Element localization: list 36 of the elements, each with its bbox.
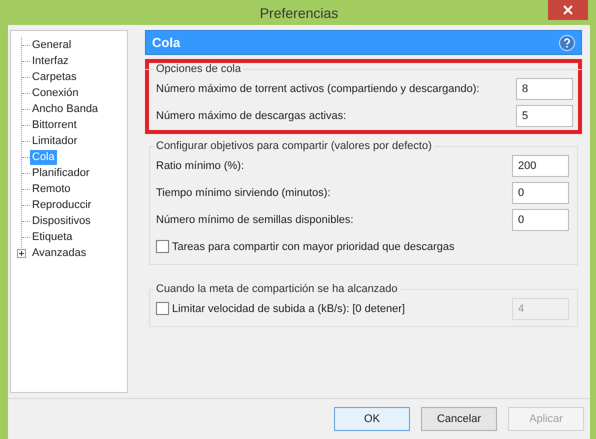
expand-icon[interactable]	[17, 248, 26, 258]
sidebar-item[interactable]: Planificador	[30, 166, 92, 180]
sidebar-item[interactable]: Bittorrent	[30, 118, 79, 132]
number-field[interactable]: 0	[512, 208, 569, 230]
checkbox-label[interactable]: Tareas para compartir con mayor prioridad que descargas	[172, 240, 569, 252]
close-icon[interactable]	[563, 5, 573, 15]
sidebar-item[interactable]: Etiqueta	[30, 230, 74, 244]
number-field[interactable]: 0	[512, 182, 569, 204]
dialog-button[interactable]: Cancelar	[421, 407, 497, 431]
section-header: Cola	[145, 30, 582, 55]
group-title: Opciones de cola	[155, 63, 242, 75]
sidebar-item[interactable]: Interfaz	[30, 54, 71, 68]
group-title: Configurar objetivos para compartir (valores por defecto)	[155, 140, 433, 152]
number-field[interactable]: 8	[516, 78, 573, 100]
field-label: Ratio mínimo (%):	[156, 160, 246, 172]
window-title: Preferencias	[260, 4, 338, 20]
number-field[interactable]: 5	[516, 104, 573, 126]
sidebar-item[interactable]: General	[30, 38, 74, 52]
dialog-button[interactable]: OK	[334, 407, 410, 431]
sidebar-item[interactable]: Reproduccir	[30, 198, 94, 212]
field-label: Número máximo de descargas activas:	[156, 110, 348, 122]
sidebar-item[interactable]: Ancho Banda	[30, 102, 100, 116]
field-label: Número mínimo de semillas disponibles:	[156, 214, 354, 226]
sidebar-item[interactable]: Remoto	[30, 182, 73, 196]
group-title: Cuando la meta de compartición se ha alcanzado	[155, 283, 399, 295]
number-field[interactable]: 200	[512, 154, 569, 176]
sidebar-item[interactable]: Carpetas	[30, 70, 79, 84]
close-button[interactable]	[548, 0, 588, 20]
sidebar-item[interactable]: Limitador	[30, 134, 80, 148]
sidebar-item[interactable]: Dispositivos	[30, 214, 93, 228]
sidebar-item[interactable]: Avanzadas	[30, 246, 88, 260]
help-icon[interactable]	[559, 34, 575, 50]
checkbox[interactable]	[156, 240, 169, 253]
field-label: Tiempo mínimo sirviendo (minutos):	[156, 186, 332, 198]
sidebar-item[interactable]: Conexión	[30, 86, 80, 100]
field-label: Número máximo de torrent activos (compartiendo y descargando):	[156, 82, 480, 94]
